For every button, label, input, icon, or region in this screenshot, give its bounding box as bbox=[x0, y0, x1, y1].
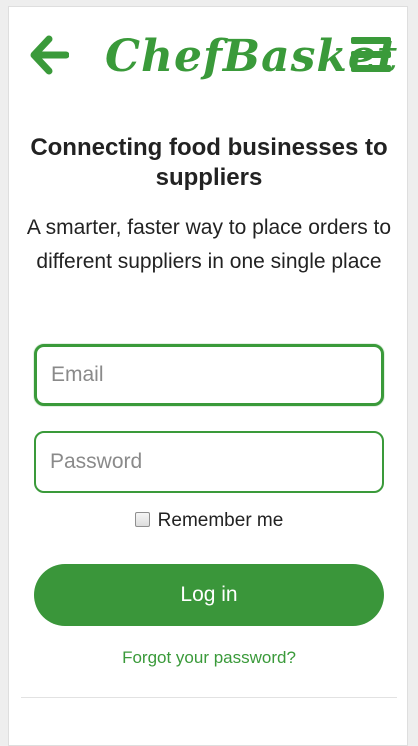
page-title: Connecting food businesses to suppliers bbox=[30, 134, 388, 191]
remember-me-checkbox[interactable] bbox=[134, 511, 150, 527]
forgot-password-link[interactable]: Forgot your password? bbox=[9, 648, 409, 668]
app-logo: ChefBasket bbox=[105, 31, 399, 82]
remember-me-row: Remember me bbox=[9, 510, 409, 532]
back-button[interactable] bbox=[27, 35, 71, 79]
page-subtitle: A smarter, faster way to place orders to… bbox=[26, 216, 392, 273]
menu-button[interactable] bbox=[349, 35, 393, 79]
login-button[interactable]: Log in bbox=[34, 564, 384, 626]
header: ChefBasket bbox=[9, 7, 407, 107]
remember-me-label[interactable]: Remember me bbox=[158, 510, 284, 532]
arrow-left-icon bbox=[29, 35, 70, 80]
login-card: ChefBasket Connecting food businesses to… bbox=[8, 6, 408, 746]
password-field[interactable] bbox=[34, 431, 384, 493]
email-field[interactable] bbox=[34, 344, 384, 406]
divider bbox=[21, 697, 397, 698]
hamburger-menu-icon bbox=[351, 36, 391, 79]
